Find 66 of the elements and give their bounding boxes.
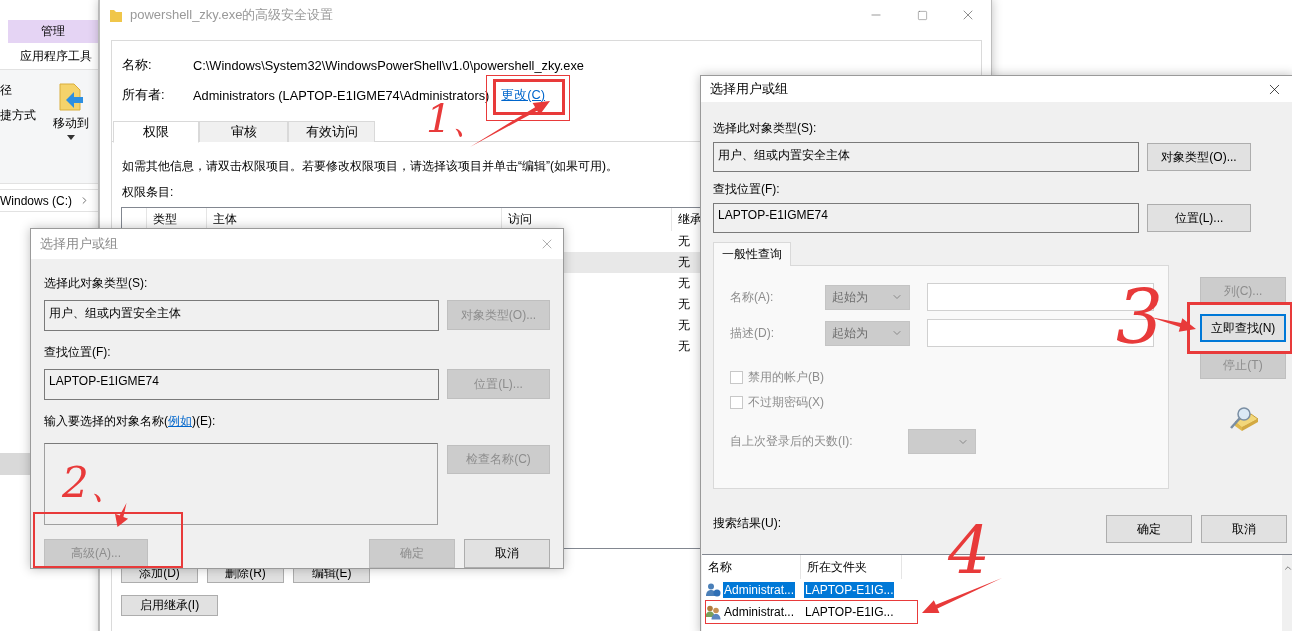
dialog-title: 选择用户或组 — [40, 235, 118, 253]
file-path: C:\Windows\System32\WindowsPowerShell\v1.0\powershell_zky.exe — [193, 57, 585, 73]
ribbon-label[interactable]: 捷方式 — [0, 107, 48, 124]
breadcrumb[interactable]: Windows (C:) — [0, 193, 72, 208]
query-label: 名称(A): — [730, 288, 775, 306]
results-label: 搜索结果(U): — [713, 515, 781, 532]
column-header[interactable]: 名称 — [702, 555, 801, 579]
object-type-field: 用户、组或内置安全主体 — [44, 300, 439, 331]
folder-cell-text: LAPTOP-E1IG... — [804, 604, 895, 620]
column-header[interactable]: 所在文件夹 — [801, 555, 902, 579]
enable-inheritance-button[interactable]: 启用继承(I) — [121, 595, 218, 616]
window-title: powershell_zky.exe的高级安全设置 — [130, 6, 334, 24]
cancel-button[interactable]: 取消 — [1201, 515, 1287, 543]
owner-label: 所有者: — [122, 86, 166, 104]
address-bar[interactable]: Windows (C:) — [0, 189, 98, 212]
move-to-icon — [58, 82, 84, 112]
folder-icon — [110, 8, 122, 22]
highlight-frame — [493, 79, 565, 115]
checkbox-label: 不过期密码(X) — [748, 394, 824, 411]
info-text: 如需其他信息，请双击权限项目。若要修改权限项目，请选择该项目并单击“编辑”(如果可用)。 — [122, 158, 618, 175]
query-label: 自上次登录后的天数(I): — [730, 433, 854, 450]
checkbox-label: 禁用的帐户(B) — [748, 369, 824, 386]
user-group-icon — [705, 604, 721, 620]
tab[interactable]: 有效访问 — [288, 121, 375, 142]
names-label: 输入要选择的对象名称(例如)(E): — [44, 413, 216, 430]
object-type-field: 用户、组或内置安全主体 — [713, 142, 1139, 172]
ribbon-tab[interactable]: 管理 — [8, 20, 98, 43]
ok-button[interactable]: 确定 — [1106, 515, 1192, 543]
entries-label: 权限条目: — [122, 184, 174, 201]
change-link[interactable]: 更改(C) — [501, 86, 546, 104]
query-label: 描述(D): — [730, 324, 775, 342]
magnifier-icon — [1227, 406, 1259, 434]
query-tab[interactable]: 一般性查询 — [713, 242, 791, 266]
result-row[interactable]: Administrat... — [702, 604, 801, 620]
annotation-arrow — [115, 503, 129, 527]
field-label: 选择此对象类型(S): — [44, 275, 148, 292]
days-dropdown[interactable] — [908, 429, 976, 454]
handwritten-number: 3 — [1116, 280, 1164, 354]
table-cell-text: 无 — [677, 338, 690, 355]
table-cell-text: 无 — [677, 254, 690, 271]
side-button[interactable]: 立即查找(N) — [1200, 314, 1286, 342]
location-field: LAPTOP-E1IGME74 — [44, 369, 439, 400]
object-types-button[interactable]: 对象类型(O)... — [1147, 143, 1251, 171]
field-label: 选择此对象类型(S): — [713, 120, 817, 137]
dialog-title: 选择用户或组 — [710, 80, 788, 98]
location-field: LAPTOP-E1IGME74 — [713, 203, 1139, 233]
locations-button[interactable]: 位置(L)... — [1147, 204, 1251, 232]
ribbon-group-label: 应用程序工具 — [19, 47, 93, 65]
caret-icon — [67, 135, 75, 140]
scroll-up-icon[interactable] — [1282, 563, 1292, 573]
handwritten-number: 2、 — [62, 462, 131, 504]
move-to-button[interactable]: 移动到 — [48, 70, 94, 183]
field-label: 查找位置(F): — [713, 181, 780, 198]
field-label: 查找位置(F): — [44, 344, 111, 361]
ribbon-label[interactable]: 径 — [0, 82, 48, 99]
folder-cell-text: LAPTOP-E1IG... — [803, 582, 896, 598]
tab[interactable]: 审核 — [199, 121, 288, 142]
tab[interactable]: 权限 — [113, 121, 199, 143]
checkbox[interactable] — [730, 371, 743, 384]
examples-link[interactable]: 例如 — [168, 414, 192, 428]
table-cell-text: 无 — [677, 233, 690, 250]
user-icon — [705, 582, 721, 598]
names-input[interactable] — [44, 443, 438, 525]
cancel-button[interactable]: 取消 — [464, 539, 550, 568]
name-label: 名称: — [122, 56, 153, 74]
checkbox[interactable] — [730, 396, 743, 409]
